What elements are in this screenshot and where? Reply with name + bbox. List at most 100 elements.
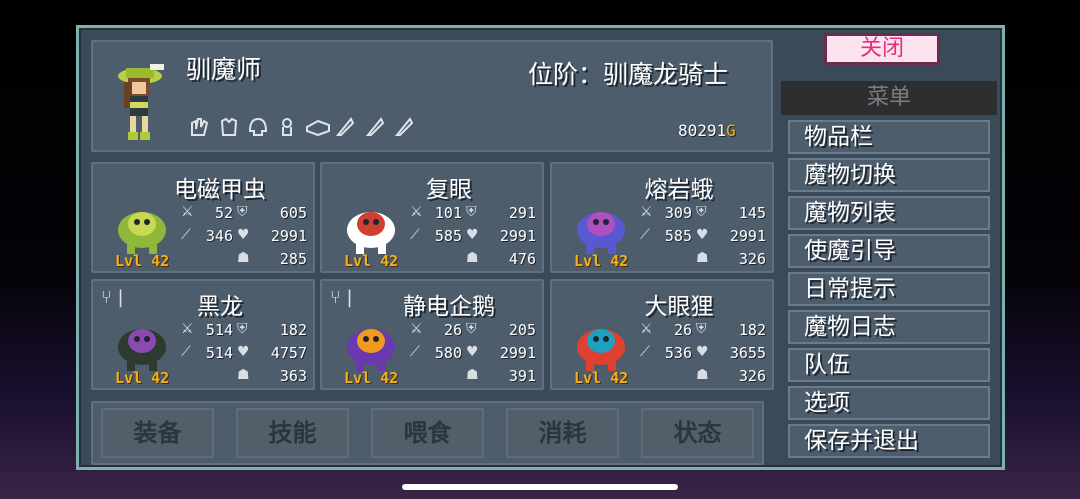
- wand-icon: ⟋: [640, 344, 650, 360]
- feather-icon[interactable]: [392, 115, 413, 137]
- close-button[interactable]: 关闭: [824, 33, 940, 65]
- tab-feed[interactable]: 喂食: [371, 408, 484, 458]
- heart-icon: ♥: [466, 227, 479, 243]
- monster-card[interactable]: 黑龙 ⑂ | Lvl 42 ⚔ 514 ⛨ 182 ⟋ 514 ♥ 4757 ☗…: [91, 279, 315, 390]
- monster-level: Lvl 42: [574, 369, 629, 387]
- rank-label: 位阶：驯魔龙骑士: [528, 60, 729, 89]
- defense-value: 182: [738, 321, 766, 339]
- menu-item-inventory[interactable]: 物品栏: [788, 120, 990, 154]
- menu-item-save-quit[interactable]: 保存并退出: [788, 424, 990, 458]
- monster-sprite: [577, 212, 625, 254]
- sword-icon: ⚔: [640, 204, 653, 220]
- tab-consume[interactable]: 消耗: [506, 408, 619, 458]
- food-icon: ☗: [466, 367, 479, 383]
- attack-value: 26: [673, 321, 692, 339]
- heart-icon: ♥: [237, 227, 250, 243]
- hp-value: 2991: [499, 344, 536, 362]
- tab-skills[interactable]: 技能: [236, 408, 349, 458]
- menu-item-familiar-guide[interactable]: 使魔引导: [788, 234, 990, 268]
- food-icon: ☗: [237, 250, 250, 266]
- monster-sprite: [347, 212, 395, 254]
- defense-value: 182: [279, 321, 307, 339]
- monster-sprite: [347, 329, 395, 371]
- food-value: 391: [508, 367, 536, 385]
- attack-value: 101: [434, 204, 462, 222]
- food-icon: ☗: [466, 250, 479, 266]
- heart-icon: ♥: [466, 344, 479, 360]
- wand-icon: ⟋: [410, 227, 420, 243]
- tab-equipment[interactable]: 装备: [101, 408, 214, 458]
- tome-icon[interactable]: [304, 115, 331, 137]
- heart-icon: ♥: [237, 344, 250, 360]
- monster-card[interactable]: 静电企鹅 ⑂ | Lvl 42 ⚔ 26 ⛨ 205 ⟋ 580 ♥ 2991 …: [320, 279, 544, 390]
- wand-icon: ⟋: [181, 227, 191, 243]
- home-indicator[interactable]: [402, 484, 678, 490]
- attack-value: 309: [664, 204, 692, 222]
- monster-sprite: [118, 212, 166, 254]
- hp-value: 3655: [729, 344, 766, 362]
- magic-value: 585: [434, 227, 462, 245]
- magic-value: 346: [205, 227, 233, 245]
- magic-value: 580: [434, 344, 462, 362]
- defense-value: 291: [508, 204, 536, 222]
- hp-value: 4757: [270, 344, 307, 362]
- helmet-icon[interactable]: [246, 115, 268, 137]
- shield-icon: ⛨: [466, 204, 477, 220]
- monster-level: Lvl 42: [115, 252, 170, 270]
- hp-value: 2991: [270, 227, 307, 245]
- feather-icon[interactable]: [333, 115, 355, 137]
- wand-icon: ⟋: [640, 227, 650, 243]
- food-value: 285: [279, 250, 307, 268]
- heart-icon: ♥: [696, 227, 709, 243]
- heart-icon: ♥: [696, 344, 709, 360]
- menu-item-monster-list[interactable]: 魔物列表: [788, 196, 990, 230]
- monster-level: Lvl 42: [574, 252, 629, 270]
- wand-icon: ⟋: [410, 344, 420, 360]
- attack-value: 26: [443, 321, 462, 339]
- attack-value: 514: [205, 321, 233, 339]
- monster-card[interactable]: 复眼 Lvl 42 ⚔ 101 ⛨ 291 ⟋ 585 ♥ 2991 ☗ 476: [320, 162, 544, 273]
- sword-icon: ⚔: [181, 321, 194, 337]
- magic-value: 585: [664, 227, 692, 245]
- shield-icon: ⛨: [696, 204, 707, 220]
- menu-item-daily-tips[interactable]: 日常提示: [788, 272, 990, 306]
- tamer-avatar: [118, 64, 164, 140]
- monster-sprite: [118, 329, 166, 371]
- gold-display: 80291G: [678, 121, 736, 140]
- shield-icon: ⛨: [466, 321, 477, 337]
- monster-card[interactable]: 大眼狸 Lvl 42 ⚔ 26 ⛨ 182 ⟋ 536 ♥ 3655 ☗ 326: [550, 279, 774, 390]
- menu-item-party[interactable]: 队伍: [788, 348, 990, 382]
- monster-card[interactable]: 熔岩蛾 Lvl 42 ⚔ 309 ⛨ 145 ⟋ 585 ♥ 2991 ☗ 32…: [550, 162, 774, 273]
- defense-value: 145: [738, 204, 766, 222]
- monster-level: Lvl 42: [115, 369, 170, 387]
- food-icon: ☗: [237, 367, 250, 383]
- wand-icon: ⟋: [181, 344, 191, 360]
- monster-level: Lvl 42: [344, 252, 399, 270]
- menu-item-options[interactable]: 选项: [788, 386, 990, 420]
- monster-sprite: [577, 329, 625, 371]
- defense-value: 605: [279, 204, 307, 222]
- sword-icon: ⚔: [410, 204, 423, 220]
- food-value: 326: [738, 367, 766, 385]
- equipment-slots: [188, 115, 416, 143]
- utensil-icon: ⑂ |: [330, 287, 353, 308]
- menu-item-monster-switch[interactable]: 魔物切换: [788, 158, 990, 192]
- hp-value: 2991: [729, 227, 766, 245]
- menu-title: 菜单: [781, 81, 997, 115]
- gold-coin-icon: G: [726, 121, 736, 140]
- defense-value: 205: [508, 321, 536, 339]
- attack-value: 52: [214, 204, 233, 222]
- feather-icon[interactable]: [363, 115, 384, 137]
- monster-card[interactable]: 电磁甲虫 Lvl 42 ⚔ 52 ⛨ 605 ⟋ 346 ♥ 2991 ☗ 28…: [91, 162, 315, 273]
- food-icon: ☗: [696, 367, 709, 383]
- glove-icon[interactable]: [188, 115, 209, 137]
- ring-icon[interactable]: [275, 115, 293, 137]
- magic-value: 514: [205, 344, 233, 362]
- menu-item-monster-log[interactable]: 魔物日志: [788, 310, 990, 344]
- armor-icon[interactable]: [217, 115, 238, 137]
- sword-icon: ⚔: [181, 204, 194, 220]
- gold-amount: 80291: [678, 121, 727, 140]
- tab-status[interactable]: 状态: [641, 408, 754, 458]
- shield-icon: ⛨: [696, 321, 707, 337]
- class-name: 驯魔师: [186, 55, 262, 84]
